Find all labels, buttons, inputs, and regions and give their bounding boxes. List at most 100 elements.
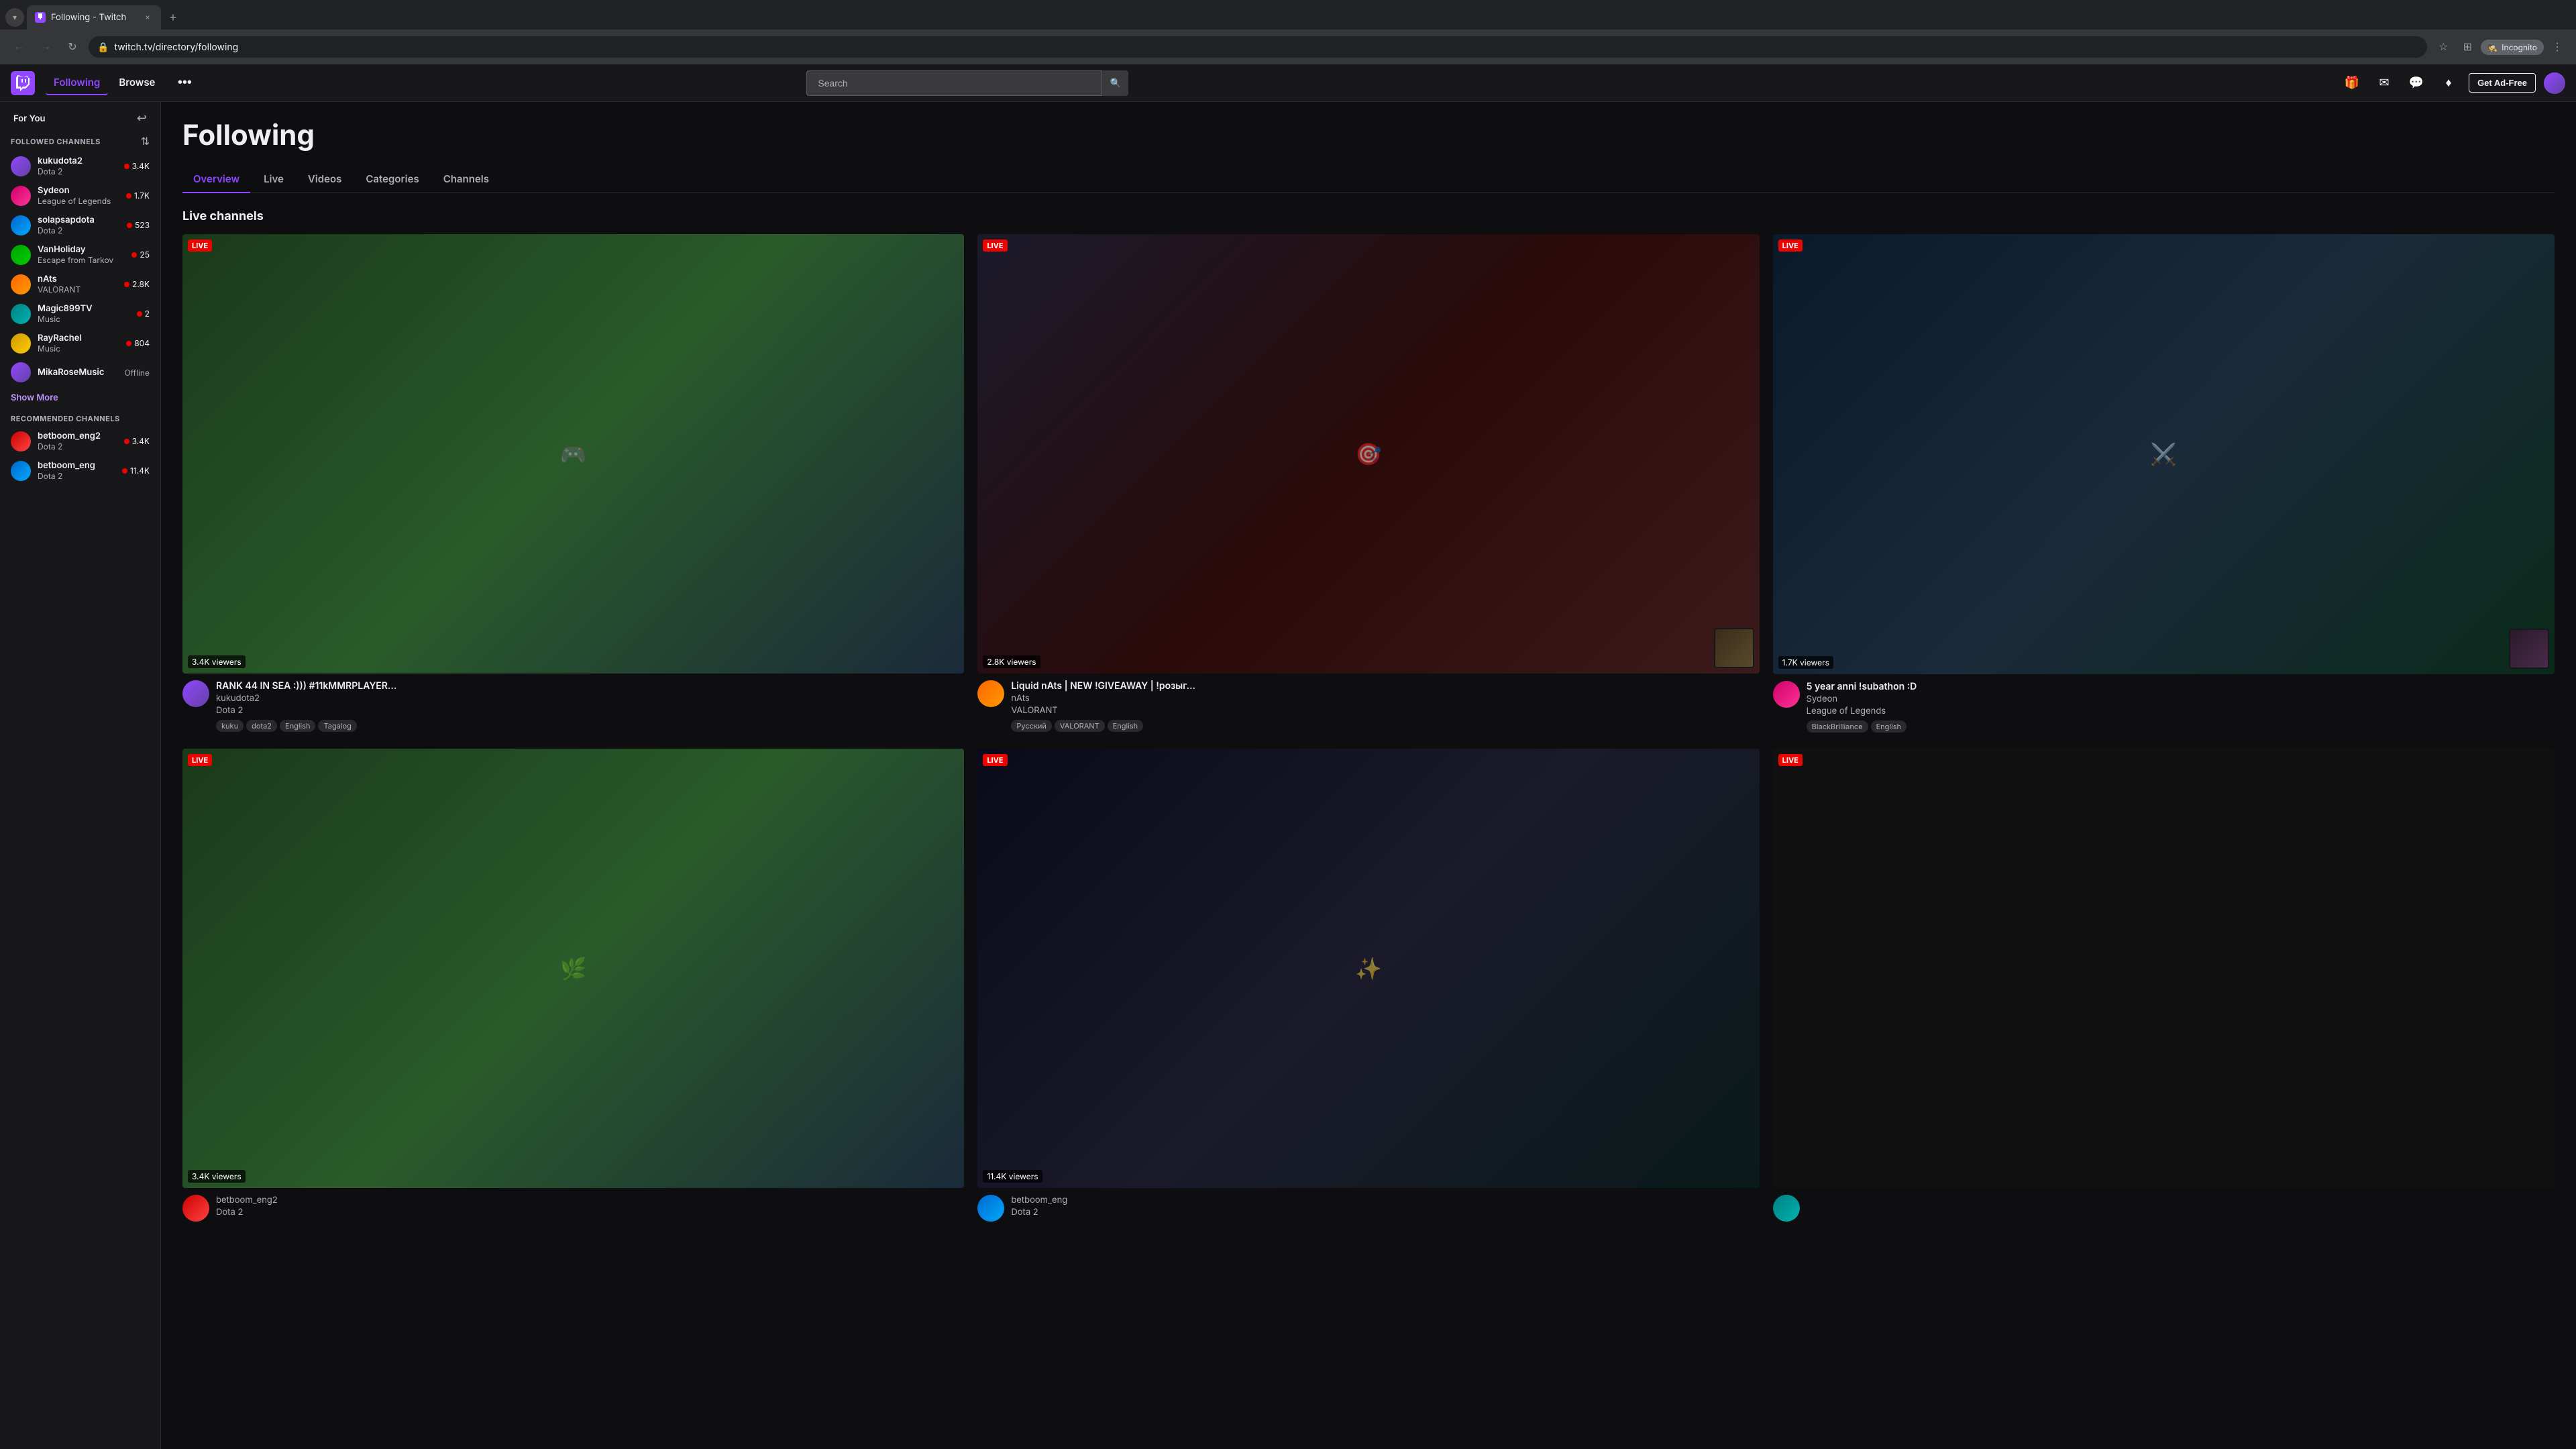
channel-item-kukudota2[interactable]: kukudota2 Dota 2 3.4K: [3, 152, 158, 180]
nav-link-browse[interactable]: Browse: [111, 70, 163, 95]
nav-bar: ← → ↻ 🔒 twitch.tv/directory/following ☆ …: [0, 30, 2576, 64]
stream-tag-dota2[interactable]: dota2: [246, 720, 277, 732]
channel-item-betboom-eng[interactable]: betboom_eng Dota 2 11.4K: [3, 456, 158, 485]
followed-channels-sort[interactable]: ⇅: [141, 135, 150, 148]
live-dot-solapsapdota: [127, 223, 132, 228]
nav-links: Following Browse: [46, 70, 163, 95]
tab-categories[interactable]: Categories: [355, 166, 429, 193]
stream-card-sydeon[interactable]: ⚔️ LIVE 1.7K viewers 5:30:54 5 year anni…: [1773, 234, 2555, 733]
for-you-item[interactable]: For You ↩: [3, 107, 158, 129]
stream-details-nats: Liquid nAts | NEW !GIVEAWAY | !розыг... …: [1011, 680, 1759, 732]
stream-title-sydeon: 5 year anni !subathon :D: [1807, 681, 2555, 692]
viewer-count-magic899tv: 2: [145, 309, 150, 319]
stream-meta-nats: Liquid nAts | NEW !GIVEAWAY | !розыг... …: [977, 680, 1759, 732]
get-ad-free-button[interactable]: Get Ad-Free: [2469, 73, 2536, 93]
stream-card-betboom[interactable]: ✨ LIVE 11.4K viewers betboom_eng Dota 2: [977, 749, 1759, 1222]
active-tab[interactable]: Following - Twitch ×: [27, 5, 161, 30]
browser-chrome: ▾ Following - Twitch × + ← → ↻ 🔒 twitch.…: [0, 0, 2576, 64]
address-bar[interactable]: 🔒 twitch.tv/directory/following: [89, 36, 2427, 58]
viewer-count-badge-betboom: 11.4K viewers: [983, 1170, 1042, 1183]
channel-viewers-magic899tv: 2: [137, 309, 150, 319]
stream-tags-sydeon: BlackBrilliance English: [1807, 720, 2555, 733]
sidebar: For You ↩ FOLLOWED CHANNELS ⇅ kukudota2 …: [0, 102, 161, 1449]
stream-tag-english2[interactable]: English: [1108, 720, 1144, 732]
channel-item-betboom-eng2[interactable]: betboom_eng2 Dota 2 3.4K: [3, 427, 158, 455]
tab-prev-button[interactable]: ▾: [5, 8, 24, 27]
stream-tag-russian[interactable]: Русский: [1011, 720, 1052, 732]
twitch-logo[interactable]: [11, 71, 35, 95]
stream-details-betboom: betboom_eng Dota 2: [1011, 1195, 1759, 1222]
channel-info-rayrachel: RayRachel Music: [38, 333, 119, 354]
channel-item-magic899tv[interactable]: Magic899TV Music 2: [3, 299, 158, 328]
new-tab-button[interactable]: +: [164, 8, 182, 27]
extensions-button[interactable]: ⊞: [2457, 36, 2478, 58]
stream-tag-english3[interactable]: English: [1871, 720, 1907, 733]
stream-tag-kuku[interactable]: kuku: [216, 720, 244, 732]
crown-icon: ♦: [2445, 76, 2451, 90]
channel-game-rayrachel: Music: [38, 343, 119, 354]
search-button[interactable]: 🔍: [1102, 70, 1128, 96]
stream-category-betboom2[interactable]: Dota 2: [216, 1207, 964, 1218]
forward-button[interactable]: →: [35, 36, 56, 58]
page-title: Following: [182, 118, 2555, 152]
stream-tag-blackbrilliance[interactable]: BlackBrilliance: [1807, 720, 1868, 733]
browser-menu-button[interactable]: ⋮: [2546, 36, 2568, 58]
stream-card-nats[interactable]: 🎯 LIVE 2.8K viewers Liquid nAts | NEW !G…: [977, 234, 1759, 733]
stream-category-nats[interactable]: VALORANT: [1011, 705, 1759, 716]
stream-avatar-nats: [977, 680, 1004, 707]
nav-link-following[interactable]: Following: [46, 70, 108, 95]
stream-streamer-sydeon[interactable]: Sydeon: [1807, 694, 2555, 704]
stream-avatar-kukudota2: [182, 680, 209, 707]
avatar-image: [2544, 72, 2565, 94]
stream-thumbnail-nats: 🎯 LIVE 2.8K viewers: [977, 234, 1759, 674]
stream-details-dark: [1807, 1195, 2555, 1222]
show-more-button[interactable]: Show More: [0, 387, 160, 409]
channel-item-mikarosemusic[interactable]: MikaRoseMusic Offline: [3, 358, 158, 386]
channel-name-nats: nAts: [38, 274, 117, 284]
main-layout: For You ↩ FOLLOWED CHANNELS ⇅ kukudota2 …: [0, 102, 2576, 1449]
live-badge-nats: LIVE: [983, 239, 1007, 252]
facecam-nats: [1714, 628, 1754, 668]
channel-item-solapsapdota[interactable]: solapsapdota Dota 2 523: [3, 211, 158, 239]
stream-card-kukudota2[interactable]: 🎮 LIVE 3.4K viewers RANK 44 IN SEA :))) …: [182, 234, 964, 733]
tab-videos[interactable]: Videos: [297, 166, 352, 193]
search-input[interactable]: [806, 70, 1128, 96]
live-dot-rayrachel: [126, 341, 131, 346]
stream-card-betboom2[interactable]: 🌿 LIVE 3.4K viewers betboom_eng2 Dota 2: [182, 749, 964, 1222]
followed-channels-header: FOLLOWED CHANNELS ⇅: [0, 129, 160, 151]
stream-streamer-nats[interactable]: nAts: [1011, 693, 1759, 704]
stream-streamer-betboom[interactable]: betboom_eng: [1011, 1195, 1759, 1205]
channel-item-rayrachel[interactable]: RayRachel Music 804: [3, 329, 158, 358]
avatar[interactable]: [2544, 72, 2565, 94]
stream-streamer-kukudota2[interactable]: kukudota2: [216, 693, 964, 704]
channel-item-sydeon[interactable]: Sydeon League of Legends 1.7K: [3, 181, 158, 210]
channel-name-betboom-eng2: betboom_eng2: [38, 431, 117, 441]
thumb-content-betboom2: 🌿: [182, 749, 964, 1188]
channel-item-nats[interactable]: nAts VALORANT 2.8K: [3, 270, 158, 299]
crown-button[interactable]: ♦: [2436, 71, 2461, 95]
gift-button[interactable]: 🎁: [2340, 71, 2364, 95]
stream-card-dark[interactable]: LIVE: [1773, 749, 2555, 1222]
stream-avatar-sydeon: [1773, 681, 1800, 708]
stream-tag-tagalog[interactable]: Tagalog: [318, 720, 356, 732]
tab-overview[interactable]: Overview: [182, 166, 250, 193]
stream-tag-english1[interactable]: English: [280, 720, 316, 732]
stream-category-betboom[interactable]: Dota 2: [1011, 1207, 1759, 1218]
tab-live[interactable]: Live: [253, 166, 294, 193]
stream-category-sydeon[interactable]: League of Legends: [1807, 706, 2555, 716]
refresh-button[interactable]: ↻: [62, 36, 83, 58]
bookmark-button[interactable]: ☆: [2432, 36, 2454, 58]
channel-name-betboom-eng: betboom_eng: [38, 460, 115, 471]
channel-item-vanholiday[interactable]: VanHoliday Escape from Tarkov 25: [3, 240, 158, 269]
stream-category-kukudota2[interactable]: Dota 2: [216, 705, 964, 716]
back-button[interactable]: ←: [8, 36, 30, 58]
sidebar-collapse-button[interactable]: ↩: [137, 111, 147, 125]
chat-button[interactable]: 💬: [2404, 71, 2428, 95]
incognito-badge[interactable]: 🕵 Incognito: [2481, 40, 2544, 55]
message-button[interactable]: ✉: [2372, 71, 2396, 95]
stream-streamer-betboom2[interactable]: betboom_eng2: [216, 1195, 964, 1205]
tab-close-button[interactable]: ×: [142, 12, 153, 23]
stream-tag-valorant[interactable]: VALORANT: [1055, 720, 1105, 732]
tab-channels[interactable]: Channels: [433, 166, 500, 193]
nav-more-button[interactable]: •••: [174, 72, 195, 94]
